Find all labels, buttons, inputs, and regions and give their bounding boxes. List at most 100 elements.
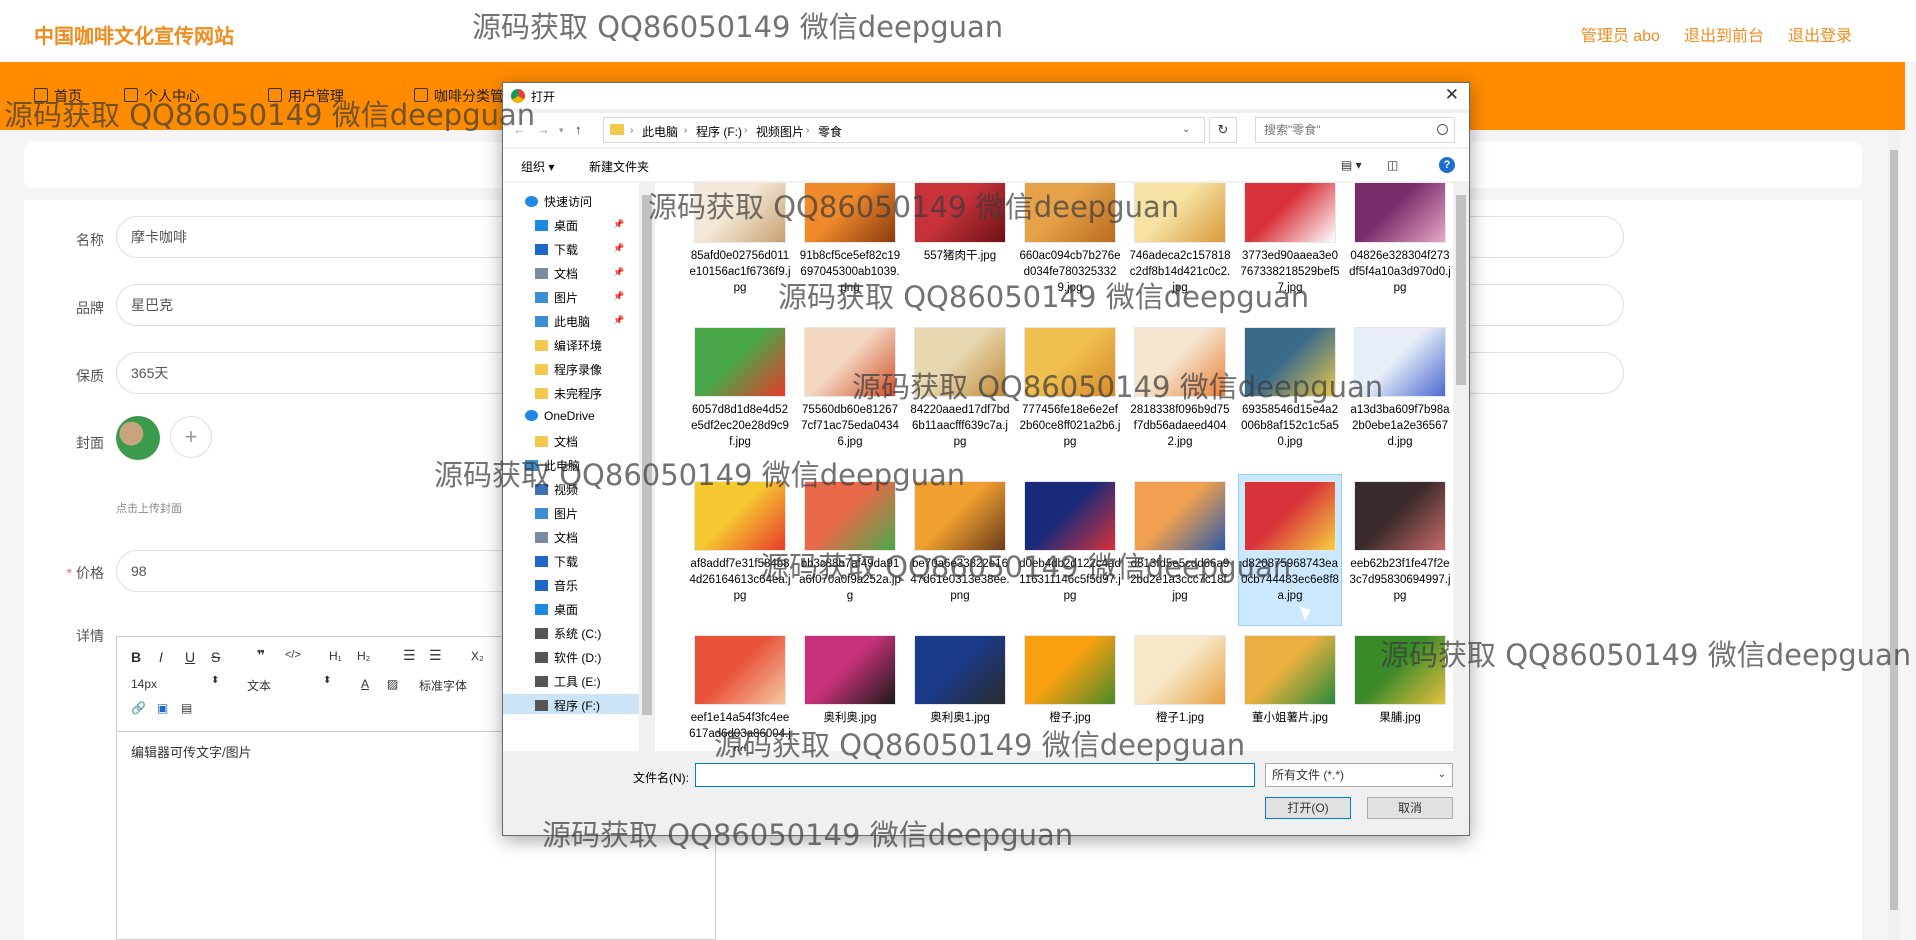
tree-item[interactable]: 图片 [535, 505, 578, 522]
code-icon[interactable]: </> [285, 649, 301, 661]
file-item[interactable]: 奥利奥1.jpg [909, 629, 1011, 751]
tree-item[interactable]: 下载 [535, 241, 578, 258]
navigation-scrollbar[interactable] [639, 183, 655, 751]
text-type-select[interactable]: 文本 [247, 677, 271, 694]
tree-item[interactable]: 文档 [535, 265, 578, 282]
search-input[interactable]: 搜索"零食" [1255, 117, 1455, 143]
image-icon[interactable]: ▣ [157, 701, 168, 715]
nav-user-management[interactable]: 用户管理 [268, 86, 344, 106]
file-item[interactable]: 6057d8d1d8e4d52e5df2ec20e28d9c9f.jpg [689, 321, 791, 471]
breadcrumb-item[interactable]: 程序 (F:) [696, 123, 742, 140]
tree-item[interactable]: 此电脑 [535, 313, 590, 330]
tree-item[interactable]: 工具 (E:) [535, 673, 601, 690]
breadcrumb-item[interactable]: 此电脑 [642, 123, 678, 140]
filetype-select[interactable]: 所有文件 (*.*) ⌄ [1265, 763, 1453, 787]
file-item[interactable]: 橙子1.jpg [1129, 629, 1231, 751]
file-item[interactable]: 奥利奥.jpg [799, 629, 901, 751]
page-scrollbar-thumb[interactable] [1890, 150, 1898, 910]
tree-item[interactable]: 视频 [535, 481, 578, 498]
tree-item[interactable]: 快速访问 [525, 193, 592, 210]
close-icon[interactable]: ✕ [1445, 85, 1459, 105]
back-to-front-link[interactable]: 退出到前台 [1684, 22, 1764, 46]
tree-item[interactable]: 未完程序 [535, 385, 602, 402]
tree-item[interactable]: 音乐 [535, 577, 578, 594]
add-cover-button[interactable]: + [170, 416, 212, 458]
nav-coffee-category[interactable]: 咖啡分类管 [414, 86, 504, 106]
background-color-icon[interactable]: ▨ [387, 677, 398, 691]
file-item[interactable]: 69358546d15e4a2006b8af152c1c5a50.jpg [1239, 321, 1341, 471]
new-folder-button[interactable]: 新建文件夹 [589, 158, 649, 175]
file-item[interactable]: 660ac094cb7b276ed034fe7803253329.jpg [1019, 183, 1121, 317]
filename-input[interactable] [695, 763, 1255, 787]
file-item[interactable]: a13d3ba609f7b98a2b0ebe1a2e36567d.jpg [1349, 321, 1451, 471]
underline-icon[interactable]: U [185, 649, 195, 665]
recent-chevron-icon[interactable]: ▾ [559, 125, 564, 136]
tree-item[interactable]: 图片 [535, 289, 578, 306]
file-item[interactable]: d0eb4db2d122c4ad116311146c5f5d97.jpg [1019, 475, 1121, 625]
address-bar[interactable]: › 此电脑 › 程序 (F:) › 视频图片 › 零食 ⌄ [603, 117, 1205, 143]
file-item[interactable]: 777456fe18e6e2ef2b60ce8ff021a2b6.jpg [1019, 321, 1121, 471]
forward-arrow-icon[interactable]: → [537, 122, 550, 137]
file-item[interactable]: 557猪肉干.jpg [909, 183, 1011, 317]
up-arrow-icon[interactable]: ↑ [575, 122, 582, 137]
nav-profile[interactable]: 个人中心 [124, 86, 200, 106]
organize-button[interactable]: 组织 ▾ [521, 158, 554, 175]
logout-link[interactable]: 退出登录 [1788, 22, 1852, 46]
nav-home[interactable]: 首页 [34, 86, 82, 106]
tree-item[interactable]: 文档 [535, 529, 578, 546]
tree-item[interactable]: 系统 (C:) [535, 625, 601, 642]
font-size-select[interactable]: 14px [131, 677, 157, 691]
file-item[interactable]: 3773ed90aaea3e0767338218529bef57.jpg [1239, 183, 1341, 317]
help-icon[interactable]: ? [1439, 157, 1455, 173]
file-item[interactable]: 75560db60e812677cf71ac75eda04346.jpg [799, 321, 901, 471]
file-item[interactable]: 91b8cf5ce5ef82c19697045300ab1039.png [799, 183, 901, 317]
strike-icon[interactable]: S [211, 649, 220, 665]
tree-item[interactable]: 编译环境 [535, 337, 602, 354]
bullet-list-icon[interactable]: ☰ [429, 647, 442, 664]
tree-item[interactable]: OneDrive [525, 409, 595, 423]
file-item[interactable]: 橙子.jpg [1019, 629, 1121, 751]
tree-item[interactable]: 此电脑 [525, 457, 580, 474]
tree-item[interactable]: 文档 [535, 433, 578, 450]
file-item[interactable]: af8addf7e31f584b84d26164613c64ea.jpg [689, 475, 791, 625]
site-title[interactable]: 中国咖啡文化宣传网站 [34, 20, 234, 49]
tree-item[interactable]: 桌面 [535, 601, 578, 618]
file-item[interactable]: d820875968743ea0cb744483ec6e8f8a.jpg [1238, 474, 1342, 626]
subscript-icon[interactable]: X₂ [471, 649, 484, 663]
breadcrumb-item[interactable]: 零食 [818, 123, 842, 140]
file-item[interactable]: 2818338f096b9d75f7db56adaeed4042.jpg [1129, 321, 1231, 471]
refresh-icon[interactable]: ↻ [1209, 117, 1237, 143]
bold-icon[interactable]: B [131, 649, 141, 665]
file-list-scrollbar[interactable] [1453, 183, 1469, 751]
file-item[interactable]: 746adeca2c157818c2df8b14d421c0c2.jpg [1129, 183, 1231, 317]
tree-item[interactable]: 程序录像 [535, 361, 602, 378]
font-family-select[interactable]: 标准字体 [419, 677, 467, 694]
file-item[interactable]: bb3c88b7af49da91a6f070a0f9a252a.jpg [799, 475, 901, 625]
file-item[interactable]: 董小姐薯片.jpg [1239, 629, 1341, 751]
price-input[interactable]: 98 [116, 550, 536, 592]
tree-item[interactable]: 下载 [535, 553, 578, 570]
video-icon[interactable]: ▤ [181, 701, 192, 715]
page-scrollbar[interactable] [1888, 130, 1900, 940]
file-item[interactable]: 85afd0e02756d011e10156ac1f6736f9.jpg [689, 183, 791, 317]
tree-item[interactable]: 桌面 [535, 217, 578, 234]
link-icon[interactable]: 🔗 [131, 701, 146, 715]
cover-image[interactable] [116, 416, 160, 460]
file-item[interactable]: 04826e328304f273df5f4a10a3d970d0.jpg [1349, 183, 1451, 317]
view-options-icon[interactable]: ▤ ▾ [1341, 158, 1362, 172]
tree-item[interactable]: 程序 (F:) [535, 697, 600, 714]
admin-user-link[interactable]: 管理员 abo [1581, 22, 1660, 46]
open-button[interactable]: 打开(O) [1265, 797, 1351, 819]
ordered-list-icon[interactable]: ☰ [403, 647, 416, 664]
file-item[interactable]: d813fd5e5cdd66a92bd2e1a3ccc7c18f.jpg [1129, 475, 1231, 625]
cancel-button[interactable]: 取消 [1367, 797, 1453, 819]
back-arrow-icon[interactable]: ← [513, 122, 526, 137]
breadcrumb-item[interactable]: 视频图片 [756, 123, 804, 140]
file-item[interactable]: be70a6e33822e1647d61e0313e38ee.png [909, 475, 1011, 625]
file-item[interactable]: 84220aaed17df7bd6b11aacfff639c7a.jpg [909, 321, 1011, 471]
file-item[interactable]: eeb62b23f1fe47f2e3c7d95830694997.jpg [1349, 475, 1451, 625]
chevron-down-icon[interactable]: ⌄ [1182, 124, 1190, 135]
file-item[interactable]: eef1e14a54f3fc4ee617ad6d03a86004.jpg [689, 629, 791, 751]
file-item[interactable]: 果脯.jpg [1349, 629, 1451, 751]
preview-pane-icon[interactable]: ◫ [1387, 158, 1398, 172]
